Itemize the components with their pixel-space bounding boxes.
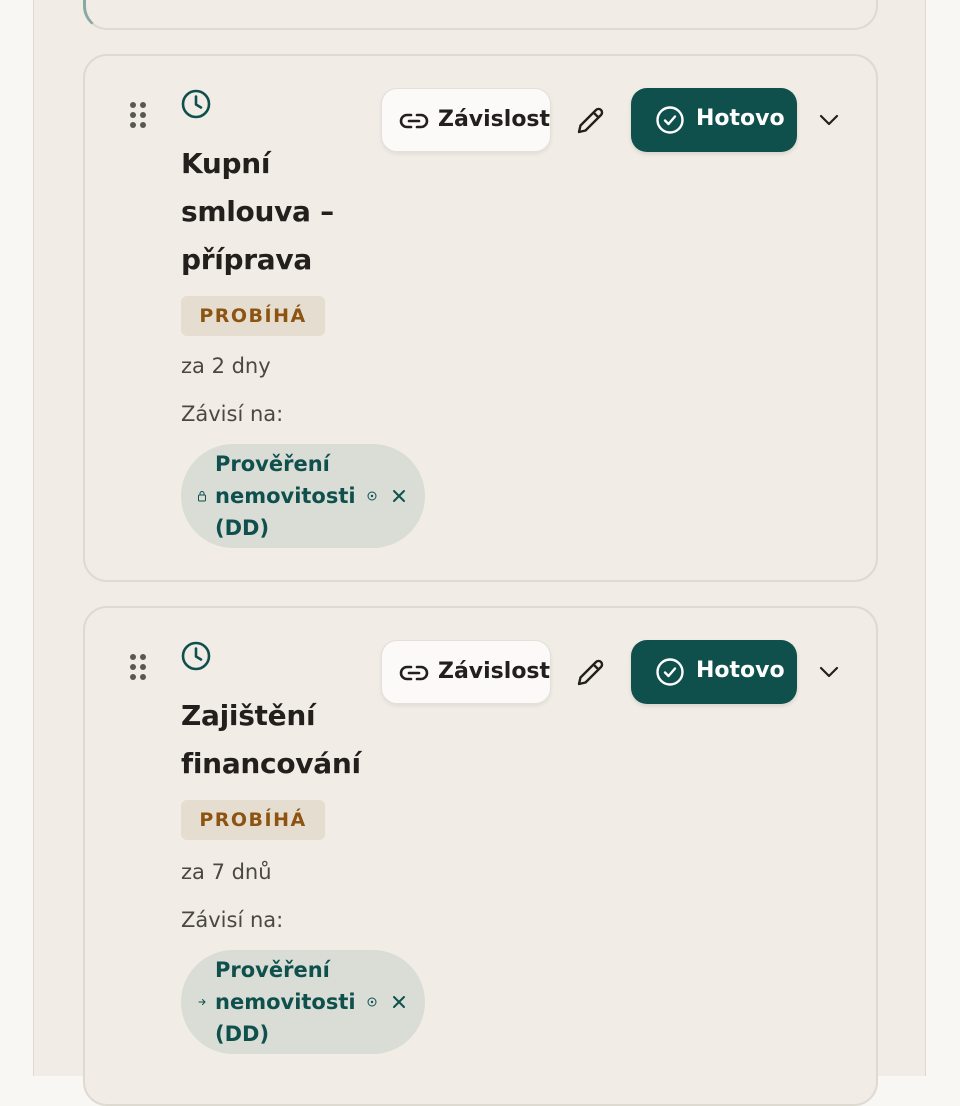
remove-dependency-icon[interactable] (391, 488, 407, 504)
depends-on-label: Závisí na: (181, 402, 284, 426)
dependency-chip[interactable]: Prověření nemovitosti (DD) (181, 950, 425, 1054)
add-dependency-label: Závislost (438, 659, 551, 684)
depends-on-label: Závisí na: (181, 908, 284, 932)
mark-done-label: Hotovo (696, 658, 785, 683)
lock-icon (198, 491, 206, 502)
mark-done-button[interactable]: Hotovo (631, 88, 797, 152)
task-card: Kupní smlouva – příprava PROBÍHÁ za 2 dn… (83, 54, 878, 582)
link-icon (399, 113, 429, 129)
dependency-name: Prověření nemovitosti (DD) (215, 452, 356, 540)
clock-icon (181, 89, 211, 119)
remove-dependency-icon[interactable] (391, 994, 407, 1010)
chevron-down-icon[interactable] (817, 108, 841, 132)
dependency-name: Prověření nemovitosti (DD) (215, 958, 356, 1046)
check-circle-icon (656, 658, 684, 686)
edit-pencil-icon[interactable] (573, 104, 607, 138)
edit-pencil-icon[interactable] (573, 656, 607, 690)
add-dependency-button[interactable]: Závislost (381, 88, 551, 152)
mark-done-label: Hotovo (696, 106, 785, 131)
drag-handle-icon[interactable] (129, 102, 147, 130)
status-dot-icon (367, 997, 377, 1007)
arrow-right-icon (198, 999, 206, 1005)
add-dependency-button[interactable]: Závislost (381, 640, 551, 704)
status-badge: PROBÍHÁ (181, 800, 325, 840)
drag-handle-icon[interactable] (129, 654, 147, 682)
task-card: Zajištění financování PROBÍHÁ za 7 dnů Z… (83, 606, 878, 1106)
mark-done-button[interactable]: Hotovo (631, 640, 797, 704)
link-icon (399, 665, 429, 681)
add-dependency-label: Závislost (438, 107, 551, 132)
clock-icon (181, 641, 211, 671)
status-badge: PROBÍHÁ (181, 296, 325, 336)
previous-task-card (83, 0, 878, 30)
task-title: Zajištění financování (181, 699, 361, 780)
status-dot-icon (367, 491, 377, 501)
due-date: za 7 dnů (181, 860, 272, 884)
due-date: za 2 dny (181, 354, 271, 378)
chevron-down-icon[interactable] (817, 660, 841, 684)
task-title: Kupní smlouva – příprava (181, 147, 334, 276)
dependency-chip[interactable]: Prověření nemovitosti (DD) (181, 444, 425, 548)
check-circle-icon (656, 106, 684, 134)
